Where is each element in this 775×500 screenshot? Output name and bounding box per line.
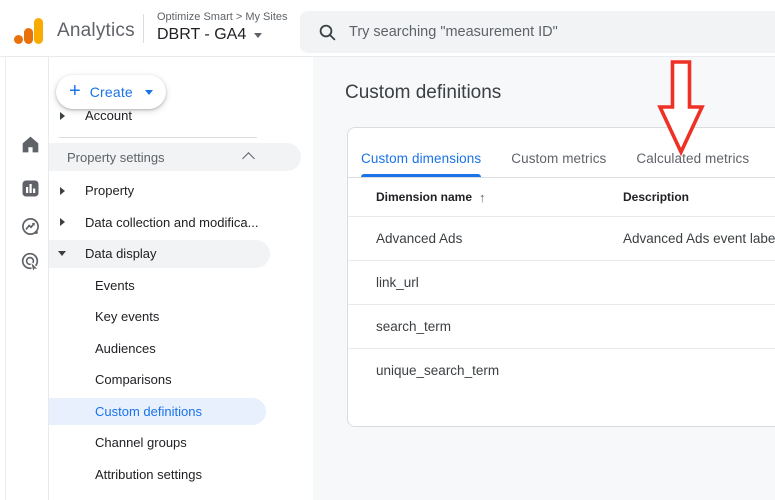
sidebar-nav-list: Property Data collection and modifica... D…	[49, 175, 313, 490]
sidebar-item-label: Property	[85, 183, 135, 199]
sidebar-item-custom-definitions[interactable]: Custom definitions	[49, 396, 313, 428]
sidebar-item-label: Data display	[85, 246, 157, 262]
table-row[interactable]: unique_search_term	[348, 348, 775, 392]
page-title: Custom definitions	[345, 82, 502, 103]
sidebar-item-label: Account	[85, 108, 132, 124]
sort-ascending-icon: ↑	[479, 189, 486, 205]
tabs: Custom dimensions Custom metrics Calculate…	[348, 128, 775, 178]
expand-arrow-icon[interactable]	[60, 218, 65, 227]
sidebar-item-key-events[interactable]: Key events	[49, 301, 313, 333]
collapse-arrow-icon[interactable]	[58, 251, 66, 257]
sidebar-item-label: Data collection and modifica...	[85, 214, 259, 230]
logo-bar-tall	[34, 18, 43, 44]
tab-calculated-metrics[interactable]: Calculated metrics	[636, 140, 749, 177]
property-selector[interactable]: DBRT - GA4	[157, 26, 288, 44]
analytics-app: Analytics Optimize Smart > My Sites DBRT…	[0, 0, 775, 500]
left-icon-rail	[0, 56, 49, 500]
sidebar-item-label: Key events	[95, 309, 160, 325]
analytics-logo-group[interactable]: Analytics	[14, 17, 135, 44]
explore-icon[interactable]	[20, 216, 41, 237]
tab-custom-metrics[interactable]: Custom metrics	[511, 140, 606, 177]
column-label: Dimension name	[376, 190, 473, 204]
column-header-dimension-name[interactable]: Dimension name ↑	[348, 190, 623, 205]
google-analytics-logo-icon	[14, 17, 44, 44]
create-dropdown-icon[interactable]	[144, 89, 153, 95]
breadcrumb[interactable]: Optimize Smart > My Sites	[157, 11, 288, 23]
dimension-name-cell: Advanced Ads	[376, 231, 463, 246]
search-input[interactable]: Try searching "measurement ID"	[300, 11, 775, 53]
column-label: Description	[623, 190, 690, 204]
plus-icon	[69, 81, 81, 101]
chevron-up-icon[interactable]	[242, 152, 255, 165]
home-icon[interactable]	[20, 134, 41, 155]
logo-bar-medium	[24, 28, 33, 44]
sidebar-item-label: Audiences	[95, 340, 156, 356]
table-row[interactable]: search_term	[348, 304, 775, 348]
account-property-selector[interactable]: Optimize Smart > My Sites DBRT - GA4	[157, 11, 288, 44]
header-vertical-divider	[143, 14, 144, 43]
app-title: Analytics	[57, 20, 135, 41]
dimension-name-cell: search_term	[376, 319, 452, 334]
custom-definitions-card: Custom dimensions Custom metrics Calculate…	[347, 127, 775, 427]
reports-icon[interactable]	[20, 178, 41, 199]
top-header-bar: Analytics Optimize Smart > My Sites DBRT…	[0, 0, 775, 57]
sidebar-item-attribution-settings[interactable]: Attribution settings	[49, 459, 313, 491]
sidebar-item-label: Comparisons	[95, 372, 172, 388]
search-placeholder: Try searching "measurement ID"	[349, 24, 558, 40]
window-edge-line	[5, 56, 6, 500]
sidebar-item-channel-groups[interactable]: Channel groups	[49, 427, 313, 459]
sidebar-item-label: Attribution settings	[95, 466, 202, 482]
settings-sidebar: Create Account Property settings Propert…	[49, 56, 313, 500]
search-icon	[318, 23, 336, 41]
create-button-label: Create	[89, 84, 133, 100]
section-header-label: Property settings	[67, 150, 165, 165]
column-header-description[interactable]: Description	[623, 190, 775, 204]
create-button[interactable]: Create	[56, 75, 166, 109]
sidebar-item-property[interactable]: Property	[49, 175, 313, 207]
sidebar-item-data-display[interactable]: Data display	[49, 238, 313, 270]
advertising-icon[interactable]	[20, 251, 41, 272]
logo-dot	[14, 35, 23, 44]
dimension-name-cell: unique_search_term	[376, 363, 500, 378]
main-content: Custom definitions Custom dimensions Cust…	[313, 56, 775, 500]
sidebar-item-audiences[interactable]: Audiences	[49, 333, 313, 365]
description-cell: Advanced Ads event label	[623, 231, 775, 246]
expand-arrow-icon[interactable]	[60, 186, 65, 195]
table-header-row: Dimension name ↑ Description	[348, 178, 775, 216]
property-name: DBRT - GA4	[157, 26, 247, 43]
table-body: Advanced Ads Advanced Ads event label link…	[348, 216, 775, 392]
table-row[interactable]: link_url	[348, 260, 775, 304]
chevron-down-icon	[254, 32, 263, 38]
sidebar-item-comparisons[interactable]: Comparisons	[49, 364, 313, 396]
section-header-property-settings[interactable]: Property settings	[49, 143, 301, 171]
dimension-name-cell: link_url	[376, 275, 419, 290]
sidebar-item-data-collection-and-modifica[interactable]: Data collection and modifica...	[49, 207, 313, 239]
sidebar-divider	[59, 137, 257, 138]
tab-custom-dimensions[interactable]: Custom dimensions	[361, 140, 482, 177]
table-row[interactable]: Advanced Ads Advanced Ads event label	[348, 216, 775, 260]
sidebar-item-label: Events	[95, 277, 135, 293]
sidebar-item-events[interactable]: Events	[49, 270, 313, 302]
sidebar-item-label: Channel groups	[95, 435, 187, 451]
expand-arrow-icon[interactable]	[60, 111, 65, 120]
sidebar-item-label: Custom definitions	[95, 403, 202, 419]
